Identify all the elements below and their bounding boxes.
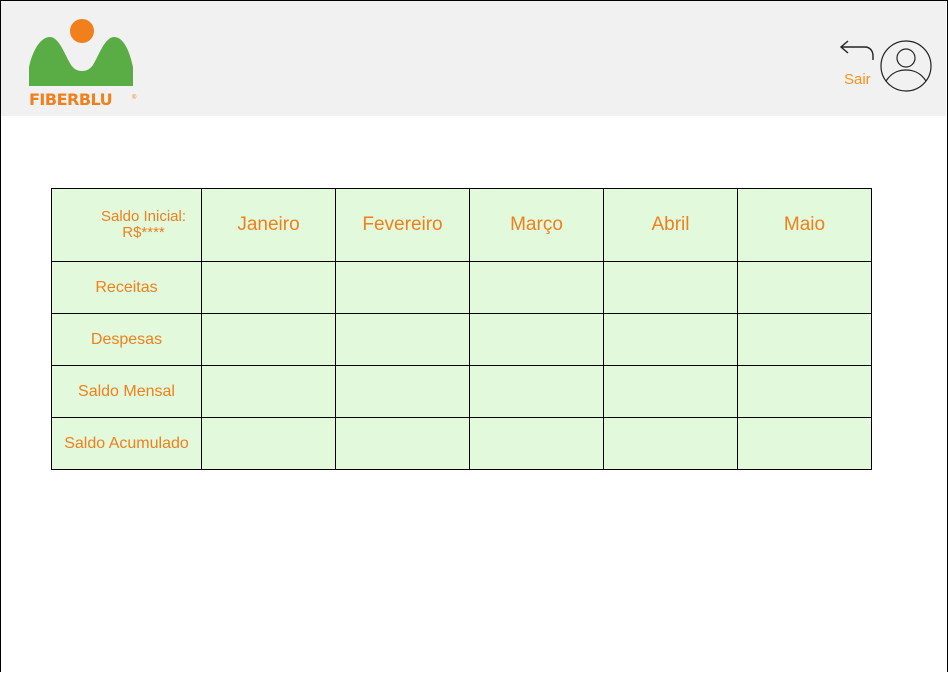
table-row: Despesas [51,313,872,366]
fiberblu-logo: FIBERBLU ® [29,19,141,109]
row-label-saldo-acumulado: Saldo Acumulado [51,417,202,470]
table-cell[interactable] [201,313,336,366]
table-cell[interactable] [603,261,738,314]
month-header-abril: Abril [603,188,738,262]
back-arrow-icon[interactable] [837,39,877,61]
table-cell[interactable] [603,417,738,470]
monthly-balance-table: Saldo Inicial: R$**** Janeiro Fevereiro … [51,188,872,470]
table-cell[interactable] [201,261,336,314]
table-cell[interactable] [469,365,604,418]
row-label-receitas: Receitas [51,261,202,314]
table-cell[interactable] [469,261,604,314]
table-cell[interactable] [335,261,470,314]
table-cell[interactable] [335,313,470,366]
initial-balance-cell: Saldo Inicial: R$**** [51,188,202,262]
table-cell[interactable] [201,417,336,470]
table-cell[interactable] [469,313,604,366]
logout-button[interactable]: Sair [844,71,871,88]
table-cell[interactable] [201,365,336,418]
logo-text: FIBERBLU [29,90,113,109]
table-cell[interactable] [737,365,872,418]
table-cell[interactable] [603,365,738,418]
month-header-maio: Maio [737,188,872,262]
month-header-marco: Março [469,188,604,262]
row-label-saldo-mensal: Saldo Mensal [51,365,202,418]
table-cell[interactable] [335,417,470,470]
table-header-row: Saldo Inicial: R$**** Janeiro Fevereiro … [51,188,872,262]
logo-registered-mark: ® [132,95,137,101]
table-row: Receitas [51,261,872,314]
table-cell[interactable] [469,417,604,470]
table-cell[interactable] [737,313,872,366]
table-cell[interactable] [335,365,470,418]
month-header-janeiro: Janeiro [201,188,336,262]
table-cell[interactable] [737,417,872,470]
initial-balance-value: R$**** [122,224,165,241]
logo-mountains-icon [29,19,133,86]
top-header: FIBERBLU ® Sair [1,1,946,116]
month-header-fevereiro: Fevereiro [335,188,470,262]
user-avatar-icon[interactable] [879,39,933,93]
table-cell[interactable] [603,313,738,366]
row-label-despesas: Despesas [51,313,202,366]
table-cell[interactable] [737,261,872,314]
table-row: Saldo Mensal [51,365,872,418]
initial-balance-label: Saldo Inicial: [100,208,187,225]
table-row: Saldo Acumulado [51,417,872,470]
